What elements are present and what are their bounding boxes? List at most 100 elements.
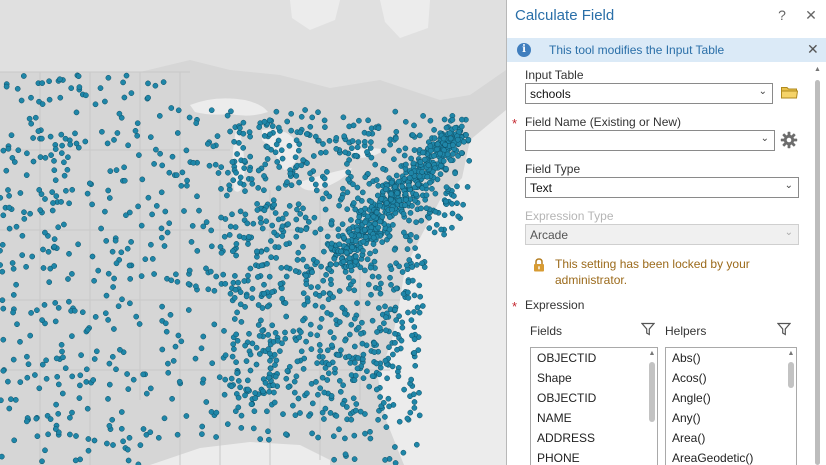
school-point bbox=[410, 391, 417, 398]
list-item[interactable]: Acos() bbox=[666, 368, 796, 388]
school-point bbox=[176, 378, 183, 385]
school-point bbox=[331, 334, 337, 341]
school-point bbox=[382, 303, 388, 310]
school-point bbox=[405, 309, 411, 316]
gear-icon[interactable] bbox=[780, 131, 798, 149]
school-point bbox=[298, 227, 304, 234]
school-point bbox=[92, 314, 99, 320]
school-point bbox=[226, 182, 233, 189]
school-point bbox=[69, 186, 76, 193]
helpers-scrollbar[interactable]: ▲ bbox=[787, 350, 795, 465]
list-item[interactable]: Area() bbox=[666, 428, 796, 448]
school-point bbox=[170, 358, 177, 364]
school-point bbox=[279, 295, 286, 302]
list-item[interactable]: Shape bbox=[531, 368, 657, 388]
field-type-dropdown[interactable]: Text ⌄ bbox=[525, 177, 799, 198]
fields-scrollbar[interactable]: ▲ bbox=[648, 350, 656, 465]
school-point bbox=[114, 130, 121, 136]
list-item[interactable]: ADDRESS bbox=[531, 428, 657, 448]
school-point bbox=[322, 124, 328, 130]
list-item[interactable]: Abs() bbox=[666, 348, 796, 368]
filter-icon[interactable] bbox=[777, 322, 791, 336]
school-point bbox=[59, 348, 65, 355]
school-point bbox=[222, 376, 229, 383]
scroll-up-arrow[interactable]: ▲ bbox=[648, 350, 656, 358]
school-point bbox=[409, 264, 416, 270]
school-point bbox=[261, 207, 268, 214]
school-point bbox=[34, 307, 40, 314]
school-point bbox=[259, 225, 266, 232]
school-point bbox=[403, 161, 409, 168]
school-point bbox=[200, 223, 207, 230]
scroll-up-arrow[interactable]: ▲ bbox=[813, 66, 822, 76]
school-point bbox=[406, 174, 413, 181]
helpers-label: Helpers bbox=[665, 324, 707, 338]
chevron-down-icon: ⌄ bbox=[758, 86, 767, 97]
helpers-list[interactable]: Abs() Acos() Angle() Any() Area() AreaGeodeti… bbox=[665, 347, 797, 465]
school-point bbox=[241, 278, 248, 284]
scroll-thumb[interactable] bbox=[649, 362, 655, 422]
school-point bbox=[409, 277, 416, 284]
school-point bbox=[17, 379, 24, 385]
school-point bbox=[365, 130, 372, 137]
list-item[interactable]: AreaGeodetic() bbox=[666, 448, 796, 465]
school-point bbox=[367, 250, 373, 257]
school-point bbox=[51, 263, 58, 269]
scroll-thumb[interactable] bbox=[788, 362, 794, 388]
fields-list[interactable]: OBJECTID Shape OBJECTID NAME ADDRESS PHONE ▲ bbox=[530, 347, 658, 465]
school-point bbox=[11, 437, 18, 444]
field-name-dropdown[interactable]: ⌄ bbox=[525, 130, 775, 151]
school-point bbox=[379, 239, 386, 245]
filter-icon[interactable] bbox=[641, 322, 655, 336]
school-point bbox=[283, 273, 290, 280]
list-item[interactable]: NAME bbox=[531, 408, 657, 428]
school-point bbox=[308, 176, 315, 182]
required-indicator: * bbox=[512, 116, 518, 131]
school-point bbox=[178, 338, 185, 345]
school-point bbox=[354, 300, 360, 306]
school-point bbox=[6, 405, 13, 412]
list-item[interactable]: PHONE bbox=[531, 448, 657, 465]
school-point bbox=[336, 241, 343, 248]
close-pane-button[interactable]: ✕ bbox=[803, 7, 819, 24]
school-point bbox=[394, 190, 401, 196]
school-point bbox=[402, 191, 409, 197]
scroll-thumb[interactable] bbox=[815, 80, 820, 465]
pane-scrollbar[interactable]: ▲ bbox=[813, 66, 822, 465]
school-point bbox=[140, 371, 147, 378]
school-point bbox=[38, 135, 45, 142]
school-point bbox=[321, 416, 327, 422]
school-point bbox=[290, 402, 296, 409]
list-item[interactable]: Angle() bbox=[666, 388, 796, 408]
chevron-down-icon: ⌄ bbox=[784, 227, 793, 238]
map-view[interactable] bbox=[0, 0, 506, 465]
school-point bbox=[153, 203, 160, 209]
school-point bbox=[89, 253, 96, 260]
school-point bbox=[90, 377, 97, 383]
school-point bbox=[278, 147, 285, 154]
school-point bbox=[364, 213, 371, 220]
list-item[interactable]: Any() bbox=[666, 408, 796, 428]
school-point bbox=[179, 169, 186, 176]
school-point bbox=[373, 177, 380, 183]
list-item[interactable]: OBJECTID bbox=[531, 348, 657, 368]
scroll-up-arrow[interactable]: ▲ bbox=[787, 350, 795, 358]
school-point bbox=[440, 135, 447, 142]
input-table-dropdown[interactable]: schools ⌄ bbox=[525, 83, 773, 104]
school-point bbox=[279, 155, 286, 162]
folder-icon[interactable] bbox=[781, 86, 798, 99]
help-button[interactable]: ? bbox=[774, 7, 790, 23]
school-point bbox=[403, 262, 410, 269]
school-point bbox=[310, 153, 317, 159]
school-point bbox=[293, 233, 300, 240]
school-point bbox=[30, 158, 37, 165]
list-item[interactable]: OBJECTID bbox=[531, 388, 657, 408]
school-point bbox=[113, 366, 119, 373]
dismiss-info-button[interactable]: ✕ bbox=[807, 41, 819, 58]
school-point bbox=[285, 221, 291, 227]
school-point bbox=[361, 138, 368, 145]
school-point bbox=[103, 292, 110, 299]
school-point bbox=[377, 394, 383, 400]
school-point bbox=[178, 182, 185, 189]
school-point bbox=[58, 341, 65, 348]
